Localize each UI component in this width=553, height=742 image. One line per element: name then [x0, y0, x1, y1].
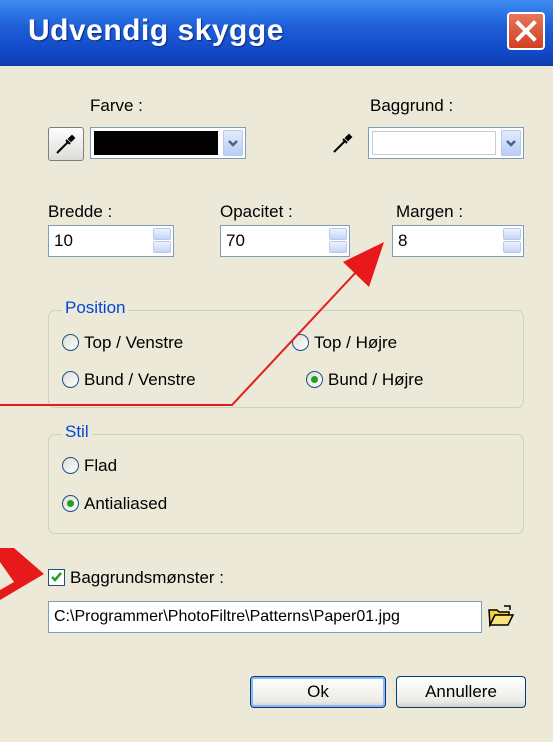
- radio-button-selected[interactable]: [62, 495, 79, 512]
- browse-folder-button[interactable]: [487, 603, 517, 631]
- opacity-label: Opacitet :: [220, 202, 293, 221]
- background-dropdown-button[interactable]: [501, 130, 521, 156]
- color-swatch: [94, 131, 218, 155]
- checkmark-icon: [51, 572, 62, 582]
- spin-up-icon[interactable]: [329, 228, 347, 240]
- folder-open-icon: [488, 605, 515, 628]
- background-picker-button[interactable]: [326, 127, 362, 161]
- spin-up-icon[interactable]: [503, 228, 521, 240]
- style-legend: Stil: [62, 422, 92, 442]
- margin-value: 8: [398, 231, 408, 250]
- opacity-stepper[interactable]: 70: [220, 225, 350, 257]
- radio-button[interactable]: [292, 334, 309, 351]
- radio-label: Bund / Venstre: [84, 370, 196, 389]
- eyedropper-icon: [56, 134, 76, 154]
- color-label: Farve :: [90, 96, 143, 115]
- background-swatch: [372, 131, 496, 155]
- margin-stepper[interactable]: 8: [392, 225, 524, 257]
- color-dropdown-button[interactable]: [223, 130, 243, 156]
- style-group: [48, 434, 524, 534]
- position-legend: Position: [62, 298, 129, 318]
- opacity-spin-buttons[interactable]: [329, 228, 347, 254]
- width-stepper[interactable]: 10: [48, 225, 174, 257]
- ok-button[interactable]: Ok: [250, 676, 386, 708]
- pattern-path-value: C:\Programmer\PhotoFiltre\Patterns\Paper…: [54, 608, 400, 625]
- spin-down-icon[interactable]: [153, 241, 171, 253]
- pattern-label: Baggrundsmønster :: [70, 568, 225, 587]
- background-label: Baggrund :: [370, 96, 454, 115]
- background-select[interactable]: [368, 127, 524, 159]
- pattern-path-input[interactable]: C:\Programmer\PhotoFiltre\Patterns\Paper…: [48, 601, 482, 633]
- radio-label: Top / Højre: [314, 333, 398, 352]
- width-spin-buttons[interactable]: [153, 228, 171, 254]
- opacity-value: 70: [226, 231, 245, 250]
- margin-spin-buttons[interactable]: [503, 228, 521, 254]
- pattern-checkbox[interactable]: [48, 569, 65, 586]
- radio-label: Top / Venstre: [84, 333, 184, 352]
- width-value: 10: [54, 231, 73, 250]
- color-picker-button[interactable]: [48, 127, 84, 161]
- spin-down-icon[interactable]: [329, 241, 347, 253]
- dialog-title: Udvendig skygge: [28, 14, 284, 47]
- radio-button-selected[interactable]: [306, 371, 323, 388]
- width-label: Bredde :: [48, 202, 113, 221]
- radio-label: Flad: [84, 456, 118, 475]
- radio-button[interactable]: [62, 334, 79, 351]
- spin-down-icon[interactable]: [503, 241, 521, 253]
- color-select[interactable]: [90, 127, 246, 159]
- margin-label: Margen :: [396, 202, 464, 221]
- position-group: [48, 310, 524, 408]
- radio-button[interactable]: [62, 457, 79, 474]
- cancel-button[interactable]: Annullere: [396, 676, 526, 708]
- close-button[interactable]: [507, 12, 545, 50]
- radio-label: Antialiased: [84, 494, 168, 513]
- chevron-down-icon: [506, 140, 516, 147]
- radio-label: Bund / Højre: [328, 370, 424, 389]
- close-icon: [515, 20, 537, 42]
- chevron-down-icon: [228, 140, 238, 147]
- shadow-dialog: Udvendig skygge Farve : Baggrund : Bredd…: [0, 0, 553, 742]
- spin-up-icon[interactable]: [153, 228, 171, 240]
- title-bar[interactable]: Udvendig skygge: [0, 0, 553, 66]
- eyedropper-icon: [333, 133, 353, 153]
- radio-button[interactable]: [62, 371, 79, 388]
